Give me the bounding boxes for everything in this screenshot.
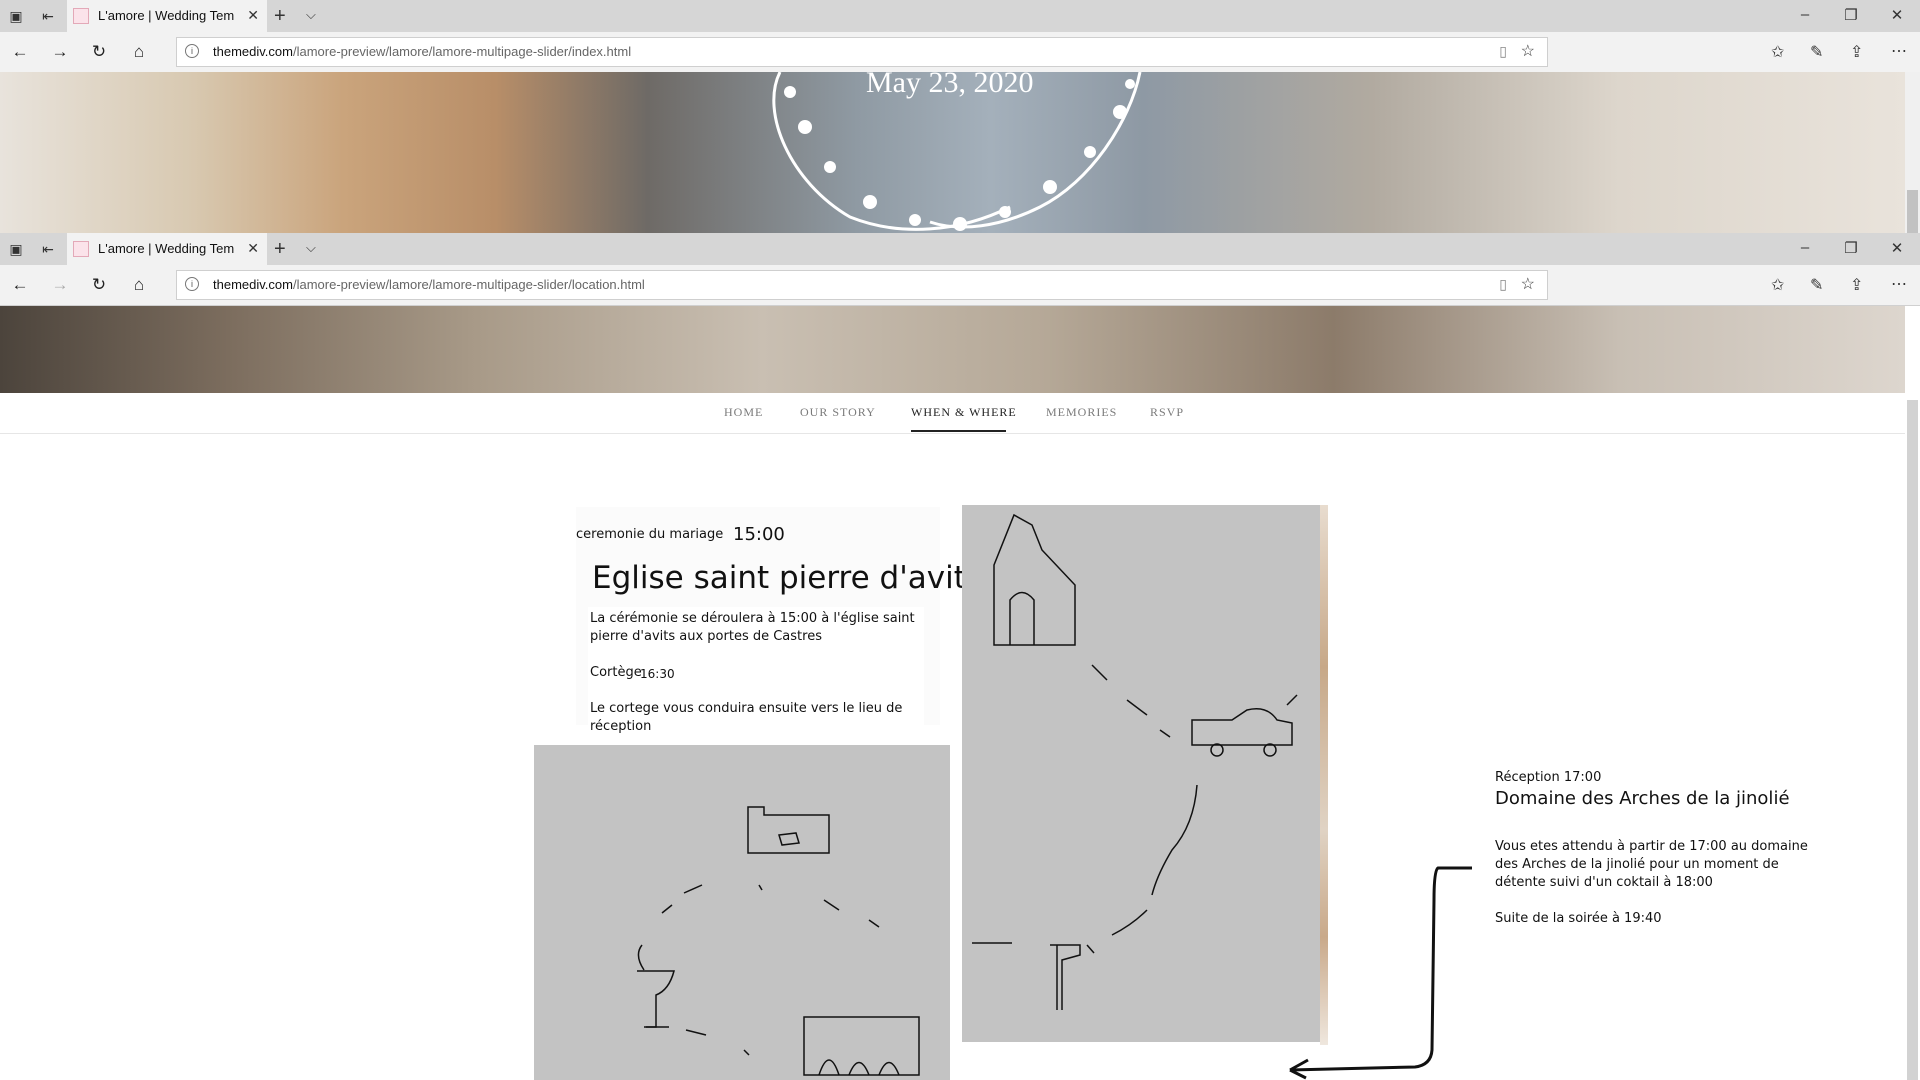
home-icon[interactable]: ⌂ [129, 42, 149, 62]
more-icon[interactable]: ⋯ [1891, 274, 1907, 294]
refresh-icon[interactable]: ↻ [89, 275, 109, 295]
url-field[interactable]: i themediv.com/lamore-preview/lamore/lam… [176, 37, 1548, 67]
forward-icon[interactable]: → [50, 42, 70, 62]
cortege-time: 16:30 [640, 667, 675, 681]
new-tab-icon[interactable]: + [274, 238, 286, 261]
close-window-icon[interactable]: ✕ [1887, 6, 1907, 24]
browser-tab[interactable]: L'amore | Wedding Tem ✕ [67, 233, 267, 265]
chevron-down-icon[interactable]: ⌵ [306, 240, 316, 256]
nav-our-story[interactable]: OUR STORY [800, 405, 876, 420]
tab-title: L'amore | Wedding Tem [98, 8, 235, 23]
wedding-date: May 23, 2020 [866, 66, 1034, 99]
nav-when-where[interactable]: WHEN & WHERE [911, 405, 1017, 420]
favorites-icon[interactable]: ✩ [1771, 42, 1784, 62]
ceremony-time: 15:00 [733, 524, 785, 545]
hero-image-location [0, 306, 1905, 393]
cortege-desc-line1: Le cortege vous conduira ensuite vers le… [590, 701, 903, 716]
nav-home[interactable]: HOME [724, 405, 763, 420]
new-tab-icon[interactable]: + [274, 5, 286, 28]
restore-icon[interactable]: ❐ [1841, 239, 1861, 257]
url-text: themediv.com/lamore-preview/lamore/lamor… [213, 277, 645, 292]
info-icon[interactable]: i [185, 277, 199, 291]
share-icon[interactable]: ⇪ [1850, 42, 1863, 62]
reception-title: Domaine des Arches de la jinolié [1495, 788, 1790, 809]
chevron-down-icon[interactable]: ⌵ [306, 7, 316, 23]
restore-icon[interactable]: ❐ [1841, 6, 1861, 24]
ceremony-label: ceremonie du mariage [576, 527, 724, 542]
tab-actions-icon[interactable]: ▣ [6, 239, 26, 259]
reception-desc-line1: Vous etes attendu à partir de 17:00 au d… [1495, 839, 1808, 854]
close-window-icon[interactable]: ✕ [1887, 239, 1907, 257]
tab-actions-icon[interactable]: ▣ [6, 6, 26, 26]
nav-rsvp[interactable]: RSVP [1150, 405, 1184, 420]
favicon-icon [73, 8, 89, 24]
sketch-reception-venue [534, 745, 950, 1080]
close-tab-icon[interactable]: ✕ [247, 240, 259, 257]
url-field[interactable]: i themediv.com/lamore-preview/lamore/lam… [176, 270, 1548, 300]
reading-view-icon[interactable]: ▯ [1499, 276, 1507, 293]
home-icon[interactable]: ⌂ [129, 275, 149, 295]
cortege-label: Cortège [590, 665, 642, 680]
tab-bar-2: ▣ ⇤ L'amore | Wedding Tem ✕ + ⌵ – ❐ ✕ [0, 233, 1920, 265]
ceremony-desc-line1: La cérémonie se déroulera à 15:00 à l'ég… [590, 611, 915, 626]
ceremony-title: Eglise saint pierre d'avits [592, 560, 982, 596]
share-icon[interactable]: ⇪ [1850, 275, 1863, 295]
set-aside-tabs-icon[interactable]: ⇤ [38, 6, 58, 26]
favicon-icon [73, 241, 89, 257]
nav-divider [0, 433, 1905, 434]
reception-desc-line3: détente suivi d'un coktail à 18:00 [1495, 875, 1713, 890]
pen-icon[interactable]: ✎ [1810, 275, 1823, 295]
pen-icon[interactable]: ✎ [1810, 42, 1823, 62]
info-icon[interactable]: i [185, 44, 199, 58]
favorite-star-icon[interactable]: ☆ [1521, 274, 1535, 294]
ceremony-desc-line2: pierre d'avits aux portes de Castres [590, 629, 822, 644]
reception-label: Réception 17:00 [1495, 770, 1602, 785]
tab-bar: ▣ ⇤ L'amore | Wedding Tem ✕ + ⌵ – ❐ ✕ [0, 0, 1920, 32]
reception-desc-line2: des Arches de la jinolié pour un moment … [1495, 857, 1779, 872]
back-icon[interactable]: ← [10, 42, 30, 62]
url-text: themediv.com/lamore-preview/lamore/lamor… [213, 44, 632, 59]
close-tab-icon[interactable]: ✕ [247, 7, 259, 24]
forward-icon[interactable]: → [50, 275, 70, 295]
favorite-star-icon[interactable]: ☆ [1521, 41, 1535, 61]
tab-title: L'amore | Wedding Tem [98, 241, 235, 256]
minimize-icon[interactable]: – [1795, 6, 1815, 23]
browser-tab[interactable]: L'amore | Wedding Tem ✕ [67, 0, 267, 32]
active-nav-underline [911, 430, 1006, 432]
reception-suite: Suite de la soirée à 19:40 [1495, 911, 1662, 926]
scrollbar-thumb-window2[interactable] [1907, 400, 1918, 1080]
reading-view-icon[interactable]: ▯ [1499, 43, 1507, 60]
more-icon[interactable]: ⋯ [1891, 41, 1907, 61]
cortege-desc-line2: réception [590, 719, 652, 734]
refresh-icon[interactable]: ↻ [89, 42, 109, 62]
set-aside-tabs-icon[interactable]: ⇤ [38, 239, 58, 259]
nav-memories[interactable]: MEMORIES [1046, 405, 1117, 420]
back-icon[interactable]: ← [10, 275, 30, 295]
favorites-icon[interactable]: ✩ [1771, 275, 1784, 295]
hand-drawn-arrow [1289, 866, 1472, 1080]
minimize-icon[interactable]: – [1795, 239, 1815, 256]
address-bar-2: ← → ↻ ⌂ i themediv.com/lamore-preview/la… [0, 265, 1920, 306]
scrollbar-thumb-window1[interactable] [1907, 190, 1918, 233]
